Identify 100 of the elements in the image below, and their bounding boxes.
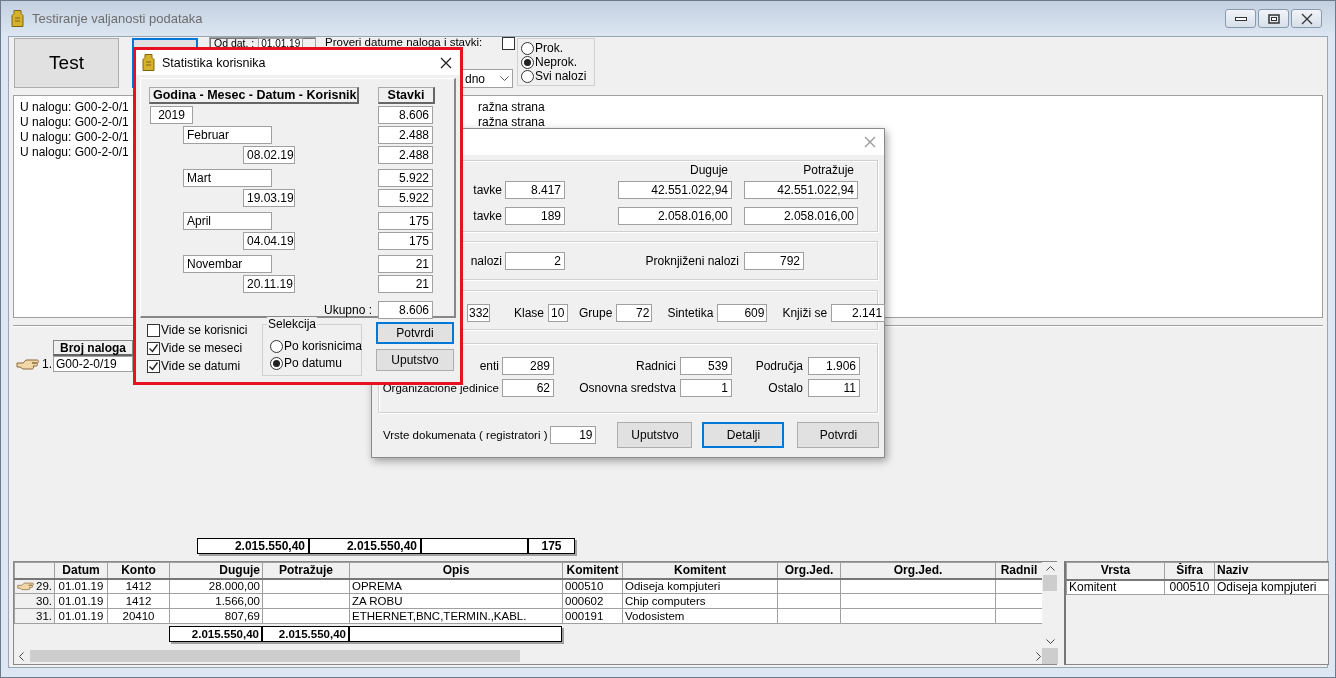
dialog-button[interactable]: Uputstvo: [617, 422, 693, 448]
scroll-thumb[interactable]: [30, 650, 520, 662]
radio-button[interactable]: [521, 55, 534, 69]
tree-item-field[interactable]: 20.11.19: [243, 275, 295, 293]
value-field[interactable]: 19: [550, 426, 597, 444]
column-header[interactable]: Godina - Mesec - Datum - Korisnik: [149, 87, 359, 104]
value-field[interactable]: 792: [744, 252, 804, 270]
scroll-thumb[interactable]: [1043, 575, 1057, 591]
count-field[interactable]: 175: [378, 232, 433, 250]
checkbox[interactable]: [502, 37, 515, 50]
dialog-button[interactable]: Uputstvo: [376, 349, 454, 371]
maximize-button[interactable]: [1258, 9, 1289, 28]
radio-label[interactable]: Po datumu: [284, 356, 343, 370]
hand-pointer-icon: [17, 580, 36, 593]
chevron-right-icon[interactable]: [1036, 651, 1042, 661]
radio-label[interactable]: Svi nalozi: [535, 69, 587, 83]
scrollbar-corner: [1042, 648, 1058, 664]
checkbox-label[interactable]: Vide se korisnici: [161, 323, 248, 337]
chevron-down-icon[interactable]: [1045, 639, 1055, 645]
total-field[interactable]: 8.606: [378, 301, 433, 319]
field-label: Organizacione jedinice: [382, 382, 499, 394]
checkbox-label[interactable]: Vide se meseci: [161, 341, 243, 355]
checkbox-label[interactable]: Vide se datumi: [161, 359, 241, 373]
tree-item-field[interactable]: Mart: [183, 169, 272, 187]
close-icon[interactable]: [440, 56, 452, 69]
value-field[interactable]: 1: [680, 379, 732, 397]
value-field[interactable]: 289: [502, 357, 554, 375]
maximize-icon[interactable]: [1267, 13, 1280, 24]
column-header[interactable]: Radnil: [995, 562, 1043, 579]
column-header[interactable]: Vrsta: [1066, 562, 1165, 580]
column-header[interactable]: Stavki: [378, 87, 435, 104]
column-header[interactable]: Konto: [107, 562, 170, 579]
checkbox[interactable]: [147, 341, 160, 355]
column-header[interactable]: Org.Jed.: [840, 562, 996, 579]
value-field[interactable]: 332: [467, 304, 490, 322]
value-field[interactable]: 42.551.022,94: [618, 181, 732, 199]
log-line: U nalogu: G00-2-0/1: [20, 145, 129, 160]
column-header[interactable]: Org.Jed.: [777, 562, 841, 579]
count-field[interactable]: 5.922: [378, 189, 433, 207]
count-field[interactable]: 5.922: [378, 169, 433, 187]
vertical-scrollbar[interactable]: [1042, 562, 1058, 648]
check-label: Proveri datume naloga i stavki:: [325, 37, 483, 48]
chevron-up-icon[interactable]: [1045, 565, 1055, 571]
tree-item-field[interactable]: 2019: [150, 106, 193, 124]
dialog-button[interactable]: Detalji: [702, 422, 785, 448]
dialog-button[interactable]: Potvrdi: [797, 422, 880, 448]
radio-label[interactable]: Po korisnicima: [284, 339, 363, 353]
value-field[interactable]: 1.906: [808, 357, 860, 375]
radio-button[interactable]: [521, 41, 534, 55]
radio-button[interactable]: [270, 339, 283, 353]
column-header: Duguje: [688, 163, 729, 179]
count-field[interactable]: 175: [378, 212, 433, 230]
value-field[interactable]: 609: [717, 304, 768, 322]
column-header[interactable]: Duguje: [169, 562, 263, 579]
value-field[interactable]: 2.058.016,00: [618, 207, 732, 225]
column-header[interactable]: Opis: [349, 562, 563, 579]
count-field[interactable]: 2.488: [378, 146, 433, 164]
value-field[interactable]: 189: [505, 207, 565, 225]
tree-item-field[interactable]: 08.02.19: [243, 146, 295, 164]
value-field[interactable]: 62: [502, 379, 554, 397]
dropdown[interactable]: dno: [461, 69, 513, 88]
radio-label[interactable]: Prok.: [535, 41, 563, 55]
value-field[interactable]: 539: [680, 357, 732, 375]
radio-button[interactable]: [521, 69, 534, 83]
column-header[interactable]: Naziv: [1214, 562, 1329, 580]
value-field[interactable]: 10: [548, 304, 569, 322]
column-header[interactable]: Komitent: [562, 562, 623, 579]
radio-button[interactable]: [270, 356, 283, 370]
column-header[interactable]: Datum: [54, 562, 108, 579]
column-header[interactable]: Potražuje: [262, 562, 350, 579]
tree-item-field[interactable]: 19.03.19: [243, 189, 295, 207]
column-header[interactable]: Komitent: [622, 562, 778, 579]
test-button[interactable]: Test: [14, 38, 119, 88]
checkbox[interactable]: [147, 359, 160, 373]
column-header[interactable]: Šifra: [1164, 562, 1215, 580]
close-button[interactable]: [1291, 9, 1322, 28]
value-field[interactable]: 2.058.016,00: [744, 207, 858, 225]
tree-item-field[interactable]: Februar: [183, 126, 272, 144]
value-field[interactable]: 8.417: [505, 181, 565, 199]
tree-item-field[interactable]: Novembar: [183, 255, 272, 273]
radio-label[interactable]: Neprok.: [535, 55, 578, 69]
chevron-left-icon[interactable]: [18, 651, 24, 661]
checkbox[interactable]: [147, 323, 160, 337]
value-field[interactable]: 11: [808, 379, 860, 397]
count-field[interactable]: 2.488: [378, 126, 433, 144]
tree-item-field[interactable]: 04.04.19: [243, 232, 295, 250]
column-header: Broj naloga: [53, 340, 133, 356]
count-field[interactable]: 21: [378, 275, 433, 293]
close-icon[interactable]: [1300, 12, 1313, 25]
minimize-button[interactable]: [1225, 9, 1256, 28]
value-field[interactable]: 2.141: [831, 304, 886, 322]
dialog-button[interactable]: Potvrdi: [376, 322, 454, 344]
value-field[interactable]: 42.551.022,94: [744, 181, 858, 199]
field-label: tavke: [473, 183, 502, 197]
value-field[interactable]: 2: [505, 252, 565, 270]
tree-item-field[interactable]: April: [183, 212, 272, 230]
value-field[interactable]: 72: [616, 304, 653, 322]
minimize-icon[interactable]: [1234, 15, 1247, 22]
count-field[interactable]: 8.606: [378, 106, 433, 124]
count-field[interactable]: 21: [378, 255, 433, 273]
